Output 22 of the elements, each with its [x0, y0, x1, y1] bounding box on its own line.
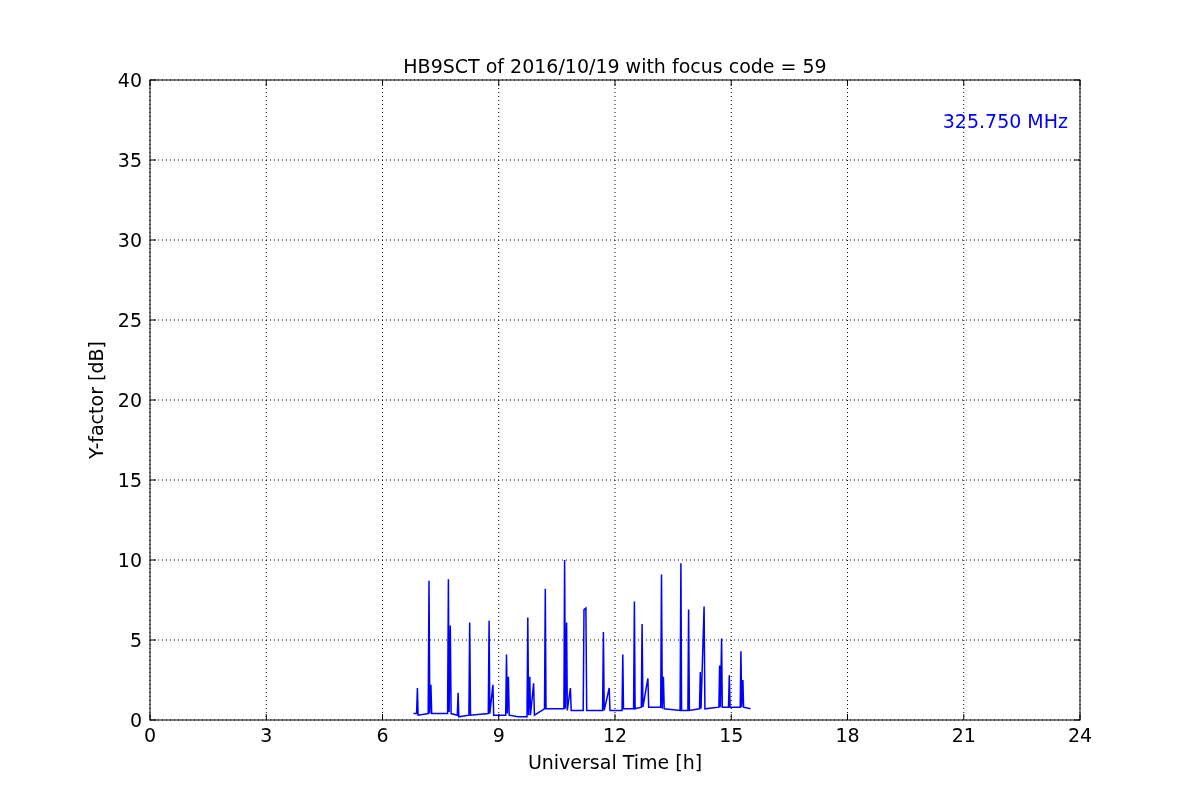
x-tick-label: 12 — [602, 724, 628, 746]
y-tick-label: 30 — [117, 229, 142, 251]
y-tick-label: 10 — [117, 549, 142, 571]
y-tick-label: 5 — [129, 629, 142, 651]
x-tick-label: 3 — [260, 724, 273, 746]
x-axis-label: Universal Time [h] — [527, 751, 703, 773]
x-tick-label: 18 — [835, 724, 860, 746]
x-tick-label: 21 — [951, 724, 976, 746]
y-tick-label: 40 — [117, 69, 142, 91]
series-label: 325.750 MHz — [942, 110, 1068, 132]
y-tick-label: 25 — [117, 309, 142, 331]
y-tick-label: 0 — [129, 709, 142, 731]
x-tick-label: 24 — [1067, 724, 1093, 746]
x-tick-label: 9 — [492, 724, 505, 746]
x-tick-label: 15 — [719, 724, 744, 746]
y-tick-label: 15 — [117, 469, 142, 491]
x-tick-label: 0 — [143, 724, 157, 746]
y-axis-label: Y-factor [dB] — [85, 341, 107, 459]
y-tick-label: 20 — [117, 389, 142, 411]
chart-title: HB9SCT of 2016/10/19 with focus code = 59 — [403, 55, 827, 77]
y-tick-label: 35 — [117, 149, 142, 171]
x-tick-label: 6 — [376, 724, 389, 746]
